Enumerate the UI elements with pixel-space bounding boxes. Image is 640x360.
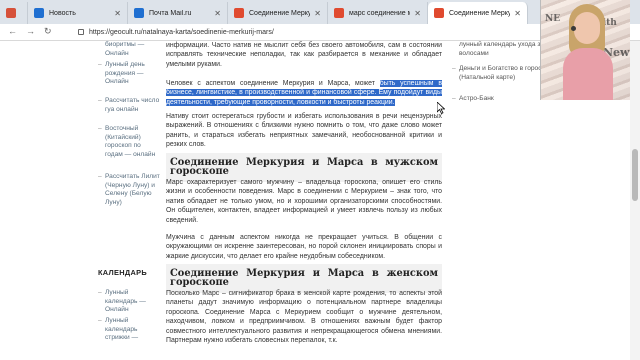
sidebar-item-biorhythms[interactable]: биоритмы — Онлайн [98, 41, 160, 58]
sidebar-item-label[interactable]: Рассчитать Лилит (Черную Луну) и Селену … [98, 173, 160, 207]
back-icon[interactable]: ← [8, 26, 17, 36]
tab-search[interactable]: марс соединение меркурий ✕ [328, 2, 428, 24]
sidebar-item-lunar-calendar[interactable]: – Лунный календарь — Онлайн [98, 289, 160, 315]
earring-icon [571, 26, 576, 31]
bullet-icon: – [98, 173, 102, 180]
sidebar-item-label[interactable]: Лунный календарь — Онлайн [98, 289, 160, 315]
tab-label: Новость [49, 9, 76, 17]
sidebar-item-gua-number[interactable]: – Рассчитать число гуа онлайн [98, 97, 160, 114]
sidebar-item-lilith-selena[interactable]: – Рассчитать Лилит (Черную Луну) и Селен… [98, 173, 160, 207]
site-favicon-icon [434, 8, 444, 18]
article-paragraph: Нативу стоит остерегаться грубости и изб… [166, 113, 442, 149]
tab-news[interactable]: Новость ✕ [28, 2, 128, 24]
article-paragraph: информации. Часто натив не мыслит себя б… [166, 42, 442, 68]
site-favicon-icon [234, 8, 244, 18]
reload-icon[interactable]: ↻ [44, 26, 52, 37]
bullet-icon: – [98, 317, 102, 324]
article-paragraph-selected: Человек с аспектом соединение Меркурия и… [166, 79, 442, 107]
presenter-face [574, 12, 600, 44]
tab-pinned[interactable] [0, 2, 28, 24]
sidebar-item-lunar-birthday[interactable]: – Лунный день рождения — Онлайн [98, 61, 160, 87]
tab-label: Соединение Меркурий – М [249, 9, 310, 17]
background-word: NE [545, 14, 561, 24]
tab-favicon-icon [6, 8, 16, 18]
scrollbar-thumb[interactable] [632, 149, 638, 201]
tab-label: Почта Mail.ru [149, 9, 192, 17]
close-icon[interactable]: ✕ [214, 9, 221, 18]
sidebar-item-haircut-calendar[interactable]: – Лунный календарь стрижки — [98, 317, 160, 343]
webcam-overlay: Faith News NE [540, 0, 630, 100]
scrollbar[interactable] [630, 41, 640, 360]
bullet-icon: – [98, 97, 102, 104]
bullet-icon: – [98, 125, 102, 132]
tab-article-active[interactable]: Соединение Меркурий – М ✕ [428, 2, 528, 24]
bullet-icon: – [452, 65, 456, 72]
sidebar-item-label[interactable]: Лунный календарь стрижки — [98, 317, 160, 343]
article-paragraph: Мужчина с данным аспектом никогда не пре… [166, 234, 442, 260]
bullet-icon: – [98, 61, 102, 68]
url-text[interactable]: https://geocult.ru/natalnaya-karta/soedi… [89, 29, 274, 36]
sidebar-item-label[interactable]: биоритмы — Онлайн [98, 41, 160, 58]
site-favicon-icon [334, 8, 344, 18]
lock-icon [78, 29, 84, 35]
calendar-heading: КАЛЕНДАРЬ [98, 268, 147, 277]
presenter-body [563, 48, 613, 100]
paragraph-text: Человек с аспектом соединение Меркурия и… [166, 80, 380, 87]
tab-article-1[interactable]: Соединение Меркурий – М ✕ [228, 2, 328, 24]
tab-label: марс соединение меркурий [349, 9, 410, 17]
close-icon[interactable]: ✕ [314, 9, 321, 18]
bullet-icon: – [98, 289, 102, 296]
article-paragraph: Марс охарактеризует самого мужчину – вла… [166, 179, 442, 224]
tab-label: Соединение Меркурий – М [449, 9, 510, 17]
bullet-icon: – [452, 95, 456, 102]
sidebar-item-label[interactable]: Рассчитать число гуа онлайн [98, 97, 160, 114]
sidebar-item-label[interactable]: Лунный день рождения — Онлайн [98, 61, 160, 87]
close-icon[interactable]: ✕ [514, 9, 521, 18]
close-icon[interactable]: ✕ [114, 9, 121, 18]
forward-icon[interactable]: → [26, 26, 35, 36]
tab-mail[interactable]: Почта Mail.ru ✕ [128, 2, 228, 24]
window-icon [34, 8, 44, 18]
sidebar-item-chinese-horoscope[interactable]: – Восточный (Китайский) гороскоп по года… [98, 125, 160, 159]
close-icon[interactable]: ✕ [414, 9, 421, 18]
sidebar-item-label[interactable]: Восточный (Китайский) гороскоп по годам … [98, 125, 160, 159]
mail-icon [134, 8, 144, 18]
article-paragraph: Посколько Марс – сигнификатор брака в же… [166, 290, 442, 345]
